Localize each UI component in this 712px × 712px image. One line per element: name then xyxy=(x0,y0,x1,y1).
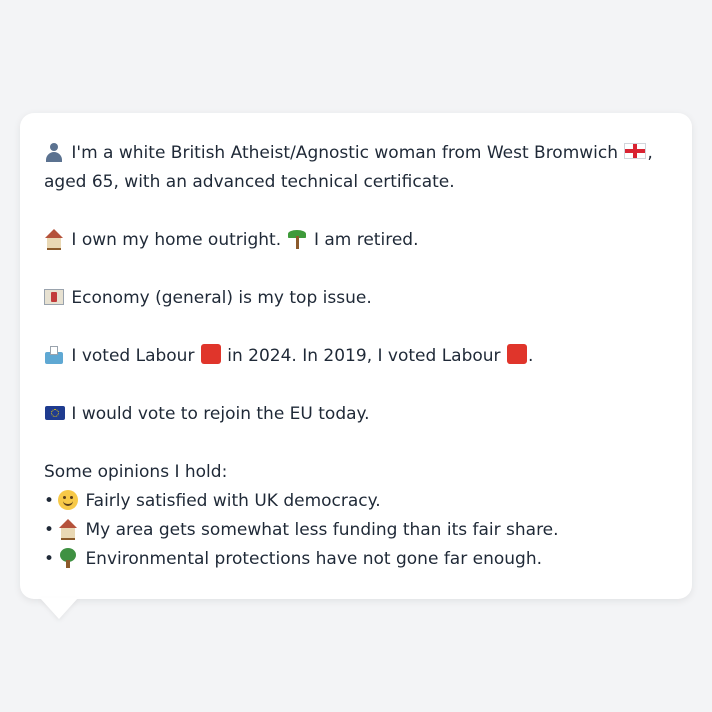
home-line: I own my home outright. I am retired. xyxy=(44,226,668,255)
bullet: • xyxy=(44,491,55,511)
eu-text: I would vote to rejoin the EU today. xyxy=(71,404,370,424)
opinion-item: • Environmental protections have not gon… xyxy=(44,545,668,574)
identity-line: I'm a white British Atheist/Agnostic wom… xyxy=(44,139,668,197)
vote-line: I voted Labour in 2024. In 2019, I voted… xyxy=(44,342,668,371)
identity-text: I'm a white British Atheist/Agnostic wom… xyxy=(71,143,619,163)
person-silhouette-icon xyxy=(44,142,64,162)
opinion-item: • My area gets somewhat less funding tha… xyxy=(44,516,668,545)
bullet: • xyxy=(44,549,55,569)
opinion-text: Fairly satisfied with UK democracy. xyxy=(85,491,381,511)
speech-bubble-tail xyxy=(40,598,78,619)
eu-flag-icon xyxy=(45,406,65,420)
opinion-text: My area gets somewhat less funding than … xyxy=(85,520,559,540)
money-icon xyxy=(44,289,64,305)
vote-text: I voted Labour xyxy=(71,346,195,366)
identity-text-continued: aged 65, with an advanced technical cert… xyxy=(44,172,455,192)
issue-line: Economy (general) is my top issue. xyxy=(44,284,668,313)
bullet: • xyxy=(44,520,55,540)
identity-comma: , xyxy=(647,143,653,163)
page: I'm a white British Atheist/Agnostic wom… xyxy=(0,0,712,712)
vote-text-continued: in 2024. In 2019, I voted Labour xyxy=(227,346,501,366)
slight-smile-icon xyxy=(58,490,79,510)
tree-icon xyxy=(58,548,78,568)
ballot-box-icon xyxy=(44,345,64,365)
issue-text: Economy (general) is my top issue. xyxy=(71,288,372,308)
labour-red-square-icon xyxy=(506,344,527,364)
eu-line: I would vote to rejoin the EU today. xyxy=(44,400,668,429)
palm-tree-icon xyxy=(287,229,307,249)
house-icon xyxy=(44,229,64,250)
opinions-heading: Some opinions I hold: xyxy=(44,462,228,482)
opinion-text: Environmental protections have not gone … xyxy=(85,549,542,569)
opinion-item: • Fairly satisfied with UK democracy. xyxy=(44,487,668,516)
labour-red-square-icon xyxy=(200,344,221,364)
england-flag-icon xyxy=(624,143,647,159)
vote-period: . xyxy=(527,346,534,366)
retired-text: I am retired. xyxy=(313,230,419,250)
house-icon xyxy=(58,519,78,540)
home-text: I own my home outright. xyxy=(71,230,282,250)
persona-speech-bubble: I'm a white British Atheist/Agnostic wom… xyxy=(20,113,692,599)
